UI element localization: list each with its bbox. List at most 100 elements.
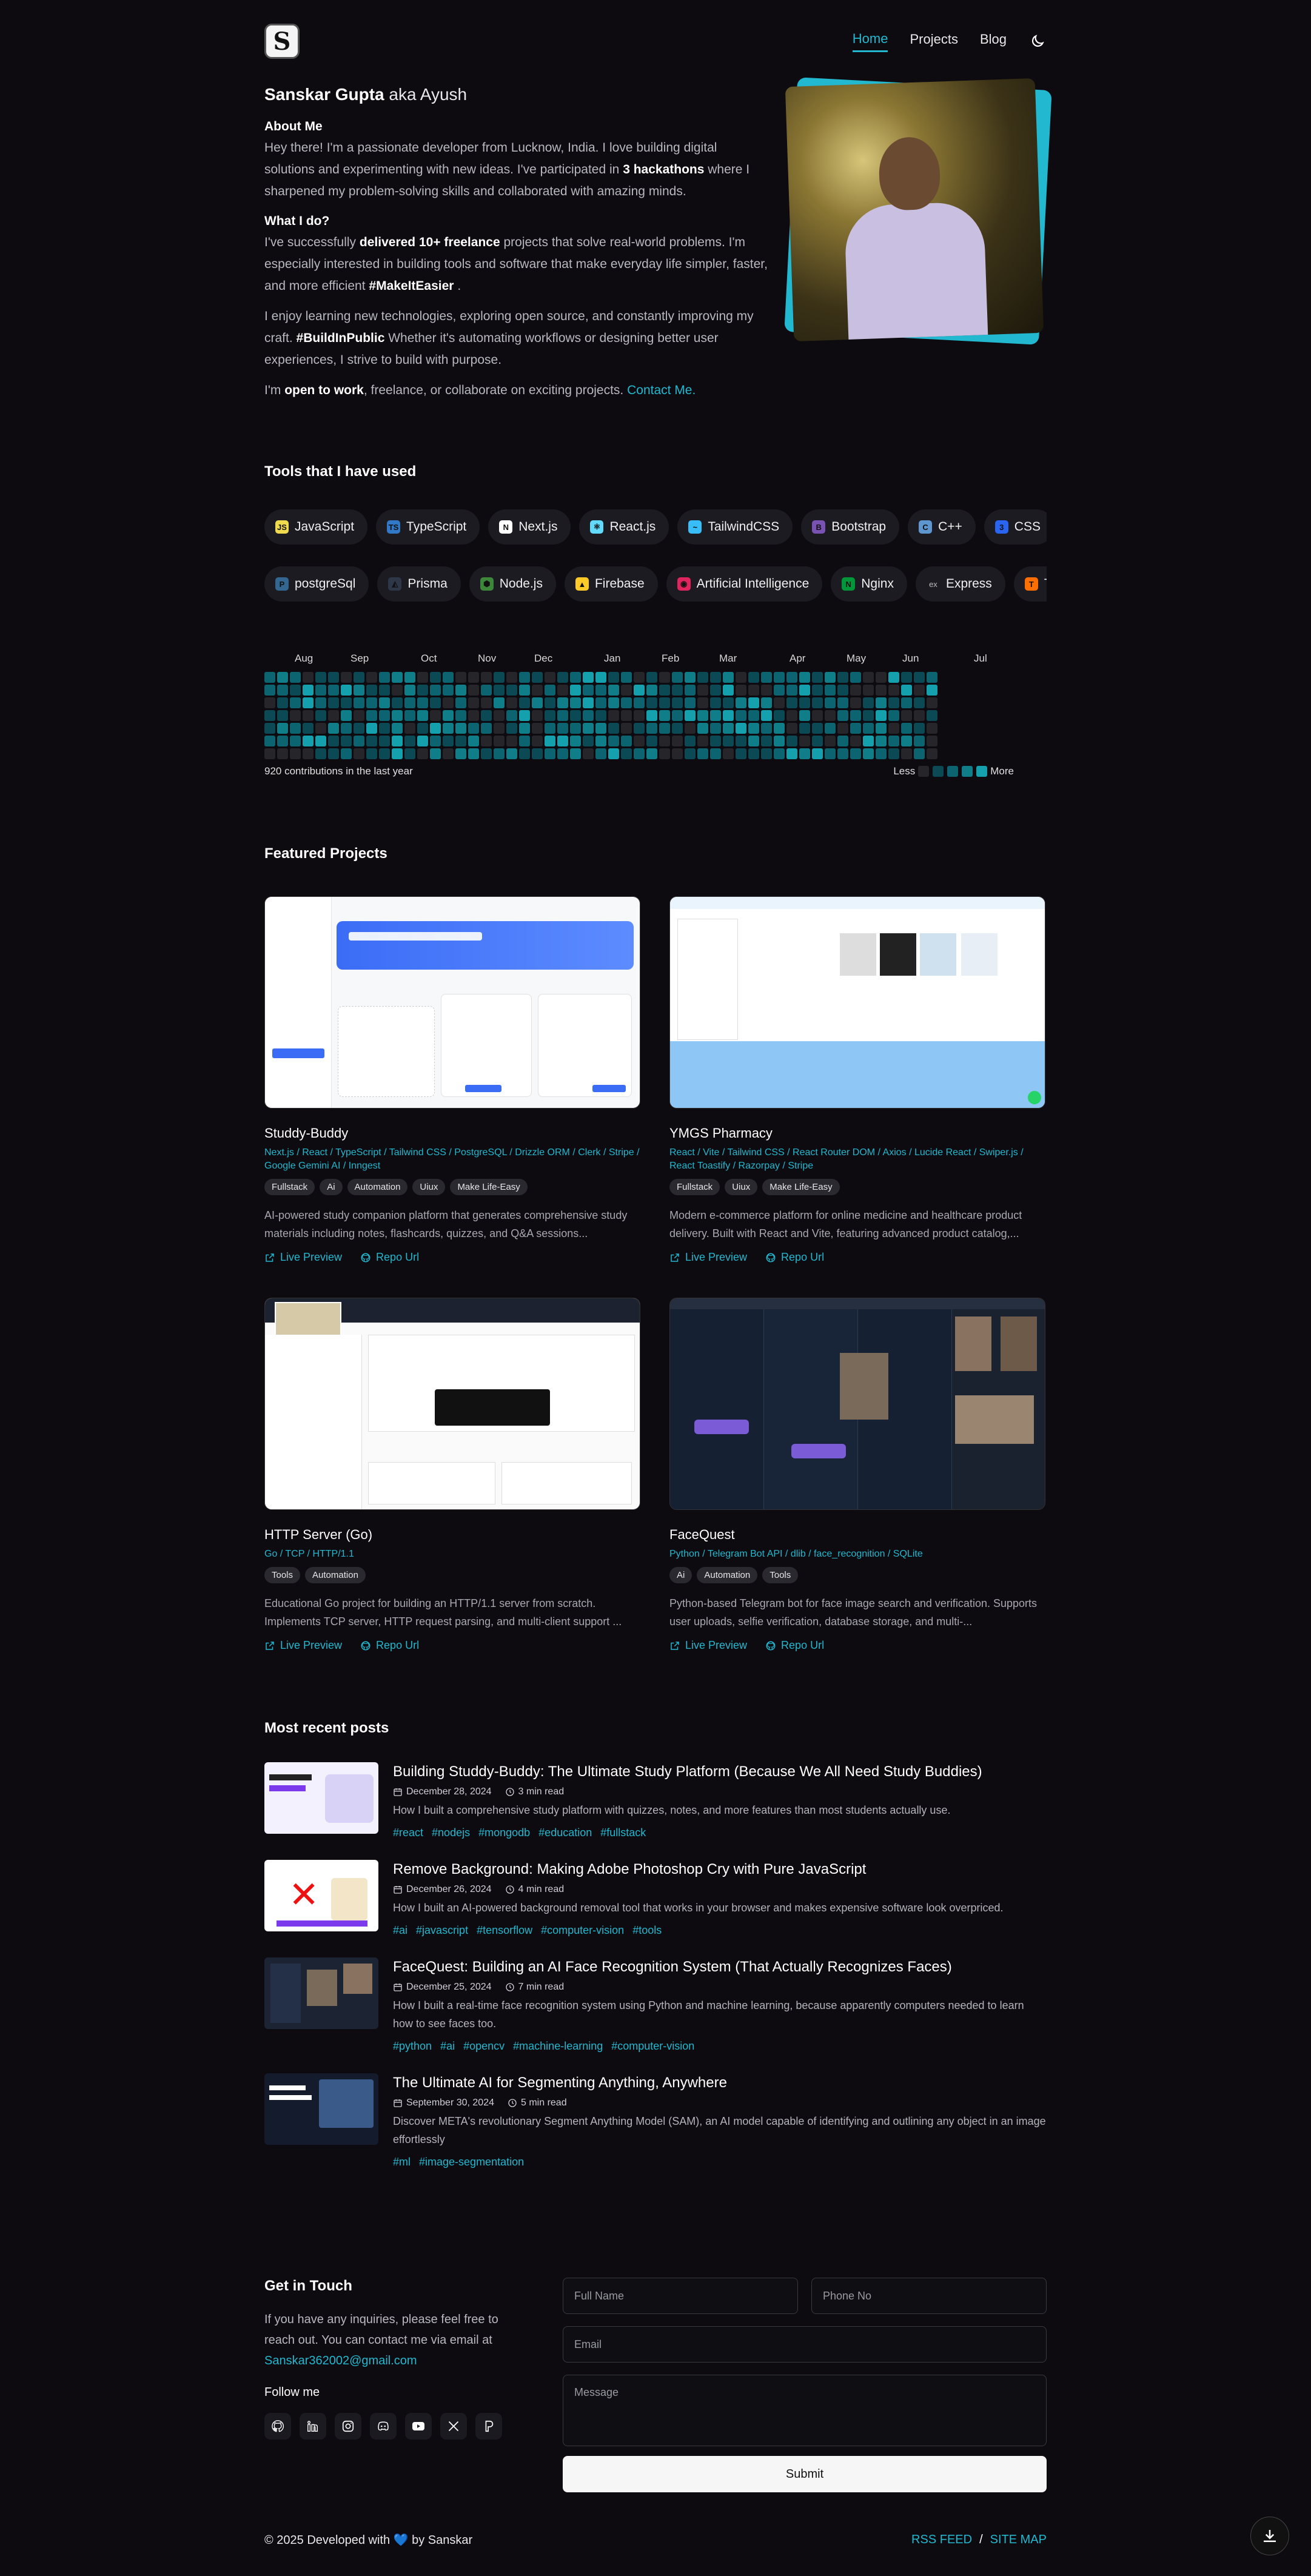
project-screenshot[interactable] [264, 1298, 640, 1510]
post-tag-link[interactable]: #machine-learning [513, 2040, 603, 2053]
post-title[interactable]: The Ultimate AI for Segmenting Anything,… [393, 2073, 1047, 2093]
contribution-cell [799, 697, 810, 708]
contact-email-link[interactable]: Sanskar362002@gmail.com [264, 2354, 417, 2367]
post-tag-link[interactable]: #image-segmentation [419, 2156, 524, 2168]
post-tags: #react #nodejs #mongodb #education #fullstac… [393, 1826, 982, 1839]
post-title[interactable]: FaceQuest: Building an AI Face Recogniti… [393, 1957, 1047, 1977]
contribution-cell [557, 685, 568, 696]
post-tag-link[interactable]: #computer-vision [611, 2040, 694, 2053]
post-tag-link[interactable]: #education [538, 1826, 592, 1839]
live-preview-link[interactable]: Live Preview [264, 1251, 342, 1264]
month-label: Nov [478, 652, 497, 664]
nav-blog-link[interactable]: Blog [980, 32, 1007, 51]
project-tag: Tools [264, 1567, 301, 1583]
post-tag-link[interactable]: #ai [393, 1924, 407, 1937]
post-tag-link[interactable]: #react [393, 1826, 423, 1839]
discord-icon[interactable] [370, 2413, 397, 2440]
tool-chip: N Next.js [488, 509, 571, 545]
contribution-cell [392, 685, 403, 696]
contribution-cell [277, 748, 288, 759]
post-tag-link[interactable]: #tensorflow [477, 1924, 532, 1937]
post-item[interactable]: ✕ Remove Background: Making Adobe Photosh… [264, 1860, 1047, 1937]
post-thumbnail[interactable] [264, 1957, 378, 2029]
repo-url-link[interactable]: Repo Url [765, 1639, 824, 1652]
contribution-cell [404, 723, 415, 734]
post-item[interactable]: The Ultimate AI for Segmenting Anything,… [264, 2073, 1047, 2168]
post-date: December 25, 2024 [393, 1982, 492, 1993]
tool-chip: ~ TailwindCSS [677, 509, 793, 545]
contribution-cell [672, 710, 683, 721]
react-icon: ⚛ [590, 520, 604, 534]
contribution-cell [672, 736, 683, 746]
live-preview-link[interactable]: Live Preview [669, 1251, 747, 1264]
post-tag-link[interactable]: #nodejs [432, 1826, 470, 1839]
post-thumbnail[interactable] [264, 1762, 378, 1834]
live-preview-link[interactable]: Live Preview [264, 1639, 342, 1652]
site-map-link[interactable]: SITE MAP [990, 2533, 1047, 2547]
post-item[interactable]: FaceQuest: Building an AI Face Recogniti… [264, 1957, 1047, 2053]
contribution-cell [417, 672, 428, 683]
contribution-cell [799, 736, 810, 746]
external-link-icon [266, 1253, 274, 1262]
post-thumbnail[interactable] [264, 2073, 378, 2145]
post-tag-link[interactable]: #mongodb [478, 1826, 530, 1839]
post-tag-link[interactable]: #opencv [463, 2040, 505, 2053]
project-screenshot[interactable] [669, 896, 1045, 1109]
post-tag-link[interactable]: #computer-vision [541, 1924, 624, 1937]
phone-input[interactable]: Phone No [811, 2278, 1047, 2314]
repo-url-link[interactable]: Repo Url [765, 1251, 824, 1264]
repo-url-link[interactable]: Repo Url [360, 1251, 419, 1264]
email-input[interactable]: Email [563, 2326, 1047, 2363]
site-logo[interactable]: S [264, 24, 300, 59]
contribution-cell [659, 736, 670, 746]
project-title[interactable]: FaceQuest [669, 1527, 1045, 1543]
project-description: Educational Go project for building an H… [264, 1597, 622, 1628]
learning-paragraph: I enjoy learning new technologies, explo… [264, 309, 754, 367]
contribution-cell [583, 723, 594, 734]
contribution-cell [786, 672, 797, 683]
post-title[interactable]: Building Studdy-Buddy: The Ultimate Stud… [393, 1762, 982, 1782]
project-title[interactable]: Studdy-Buddy [264, 1125, 640, 1141]
post-tag-link[interactable]: #tools [632, 1924, 662, 1937]
contribution-cell [404, 697, 415, 708]
contribution-cell [506, 723, 517, 734]
message-textarea[interactable]: Message [563, 2375, 1047, 2446]
contribution-cell [634, 748, 645, 759]
post-tag-link[interactable]: #ml [393, 2156, 411, 2168]
peerlist-icon[interactable] [475, 2413, 502, 2440]
live-preview-link[interactable]: Live Preview [669, 1639, 747, 1652]
download-icon[interactable] [1250, 2517, 1289, 2555]
project-screenshot[interactable] [669, 1298, 1045, 1510]
instagram-icon[interactable] [335, 2413, 361, 2440]
rss-feed-link[interactable]: RSS FEED [911, 2533, 972, 2547]
contribution-cell [608, 697, 619, 708]
linkedin-icon[interactable] [300, 2413, 326, 2440]
project-screenshot[interactable] [264, 896, 640, 1109]
post-thumbnail[interactable]: ✕ [264, 1860, 378, 1931]
repo-url-link[interactable]: Repo Url [360, 1639, 419, 1652]
contribution-cell [863, 723, 874, 734]
contribution-cell [481, 685, 492, 696]
project-title[interactable]: YMGS Pharmacy [669, 1125, 1045, 1141]
youtube-icon[interactable] [405, 2413, 432, 2440]
nav-home-link[interactable]: Home [852, 31, 888, 52]
contribution-cell [608, 672, 619, 683]
contribution-cell [494, 697, 505, 708]
full-name-input[interactable]: Full Name [563, 2278, 798, 2314]
post-tag-link[interactable]: #python [393, 2040, 432, 2053]
x-twitter-icon[interactable] [440, 2413, 467, 2440]
post-tag-link[interactable]: #javascript [416, 1924, 468, 1937]
post-item[interactable]: Building Studdy-Buddy: The Ultimate Stud… [264, 1762, 1047, 1839]
github-icon[interactable] [264, 2413, 291, 2440]
project-title[interactable]: HTTP Server (Go) [264, 1527, 640, 1543]
submit-button[interactable]: Submit [563, 2456, 1047, 2492]
post-tag-link[interactable]: #fullstack [600, 1826, 646, 1839]
post-title[interactable]: Remove Background: Making Adobe Photosho… [393, 1860, 1004, 1879]
contribution-cell [379, 697, 390, 708]
contribution-cell [685, 736, 696, 746]
nav-projects-link[interactable]: Projects [910, 32, 957, 51]
moon-icon[interactable] [1028, 32, 1047, 50]
post-tag-link[interactable]: #ai [440, 2040, 455, 2053]
contact-me-link[interactable]: Contact Me. [627, 383, 696, 397]
contribution-cell [748, 697, 759, 708]
